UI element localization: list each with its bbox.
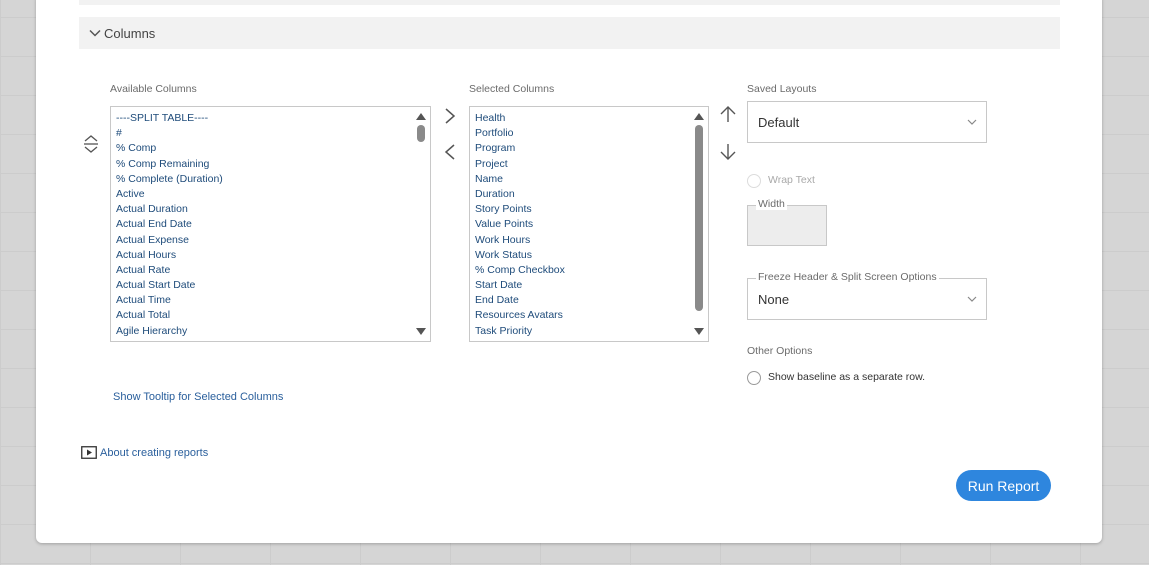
chevron-down-icon bbox=[967, 119, 977, 125]
list-item[interactable]: Active bbox=[116, 187, 430, 202]
list-item[interactable]: Value Points bbox=[475, 217, 708, 232]
other-options-label: Other Options bbox=[747, 345, 813, 357]
list-item[interactable]: % Complete (Duration) bbox=[116, 172, 430, 187]
available-scrollbar[interactable] bbox=[414, 107, 428, 341]
list-item[interactable]: % Comp Checkbox bbox=[475, 263, 708, 278]
list-item[interactable]: # bbox=[116, 126, 430, 141]
list-item[interactable]: Actual Hours bbox=[116, 248, 430, 263]
available-columns-list[interactable]: ----SPLIT TABLE---- #% Comp% Comp Remaini… bbox=[110, 106, 431, 342]
chevron-right-icon[interactable] bbox=[442, 106, 458, 126]
scrollbar-thumb[interactable] bbox=[695, 125, 703, 311]
wrap-text-label: Wrap Text bbox=[768, 174, 815, 186]
freeze-header-select[interactable]: None bbox=[747, 278, 987, 320]
list-item[interactable]: Health bbox=[475, 111, 708, 126]
section-title: Columns bbox=[104, 25, 156, 41]
freeze-header-label: Freeze Header & Split Screen Options bbox=[756, 271, 939, 283]
list-item[interactable]: Work Status bbox=[475, 248, 708, 263]
selected-columns-list[interactable]: Health Portfolio Program Project Name Duratio… bbox=[469, 106, 709, 342]
list-item[interactable]: Resources Avatars bbox=[475, 308, 708, 323]
width-label: Width bbox=[756, 198, 787, 210]
baseline-label: Show baseline as a separate row. bbox=[768, 371, 926, 383]
selected-scrollbar[interactable] bbox=[692, 107, 706, 341]
chevron-down-icon bbox=[967, 296, 977, 302]
play-video-icon bbox=[81, 446, 97, 459]
tooltip-link[interactable]: Show Tooltip for Selected Columns bbox=[113, 391, 283, 403]
list-item[interactable]: End Date bbox=[475, 293, 708, 308]
list-item[interactable]: Actual Duration bbox=[116, 202, 430, 217]
about-reports-text: About creating reports bbox=[100, 446, 209, 459]
list-item[interactable]: Work Hours bbox=[475, 233, 708, 248]
scroll-up-icon[interactable] bbox=[693, 111, 705, 121]
about-reports-link[interactable]: About creating reports bbox=[81, 446, 208, 459]
previous-section-footer bbox=[79, 0, 1060, 5]
chevron-down-icon bbox=[89, 29, 101, 37]
list-item[interactable]: Actual Total bbox=[116, 308, 430, 323]
list-item[interactable]: Story Points bbox=[475, 202, 708, 217]
wrap-text-radio[interactable] bbox=[747, 174, 761, 188]
list-item[interactable]: Actual End Date bbox=[116, 217, 430, 232]
baseline-radio[interactable] bbox=[747, 371, 761, 385]
list-item[interactable]: Program bbox=[475, 141, 708, 156]
saved-layouts-select[interactable]: Default bbox=[747, 101, 987, 143]
reorder-icon[interactable] bbox=[83, 134, 99, 154]
list-item[interactable]: Agile Hierarchy bbox=[116, 324, 430, 339]
run-report-button[interactable]: Run Report bbox=[956, 470, 1051, 501]
list-item[interactable]: Task Priority bbox=[475, 324, 708, 339]
list-item[interactable]: % Comp bbox=[116, 141, 430, 156]
chevron-left-icon[interactable] bbox=[442, 142, 458, 162]
list-item[interactable]: Actual Time bbox=[116, 293, 430, 308]
selected-columns-label: Selected Columns bbox=[469, 83, 555, 95]
list-item[interactable]: Name bbox=[475, 172, 708, 187]
freeze-header-value: None bbox=[758, 291, 790, 307]
saved-layouts-value: Default bbox=[758, 114, 800, 130]
available-columns-label: Available Columns bbox=[110, 83, 197, 95]
width-input[interactable] bbox=[747, 205, 827, 246]
scroll-up-icon[interactable] bbox=[415, 111, 427, 121]
list-item[interactable]: ----SPLIT TABLE---- bbox=[116, 111, 430, 126]
scroll-down-icon[interactable] bbox=[693, 327, 705, 337]
list-item[interactable]: Portfolio bbox=[475, 126, 708, 141]
columns-section-header[interactable]: Columns bbox=[79, 17, 1060, 49]
arrow-up-icon[interactable] bbox=[718, 104, 738, 124]
list-item[interactable]: Actual Expense bbox=[116, 233, 430, 248]
list-item[interactable]: % Comp Remaining bbox=[116, 157, 430, 172]
scroll-down-icon[interactable] bbox=[415, 327, 427, 337]
list-item[interactable]: Start Date bbox=[475, 278, 708, 293]
list-item[interactable]: Duration bbox=[475, 187, 708, 202]
list-item[interactable]: Actual Start Date bbox=[116, 278, 430, 293]
scrollbar-thumb[interactable] bbox=[417, 125, 425, 142]
list-item[interactable]: Actual Rate bbox=[116, 263, 430, 278]
arrow-down-icon[interactable] bbox=[718, 142, 738, 162]
saved-layouts-label: Saved Layouts bbox=[747, 83, 817, 95]
list-item[interactable]: Project bbox=[475, 157, 708, 172]
